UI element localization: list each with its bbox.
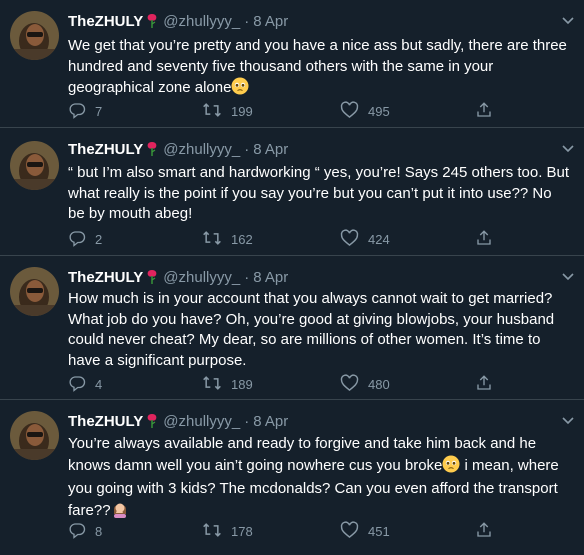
separator-dot: · xyxy=(244,12,250,30)
display-name[interactable]: TheZHULY xyxy=(68,413,143,430)
tweet-header: TheZHULY @zhullyyy_ · 8 Apr xyxy=(68,410,574,432)
like-count: 424 xyxy=(368,232,390,247)
like-button[interactable]: 480 xyxy=(340,374,390,395)
chevron-down-icon[interactable] xyxy=(560,140,576,156)
like-icon xyxy=(340,521,368,542)
reply-count: 8 xyxy=(95,524,103,539)
retweet-count: 178 xyxy=(231,524,253,539)
reply-count: 2 xyxy=(95,232,103,247)
user-handle[interactable]: @zhullyyy_ xyxy=(163,13,240,30)
separator-dot: · xyxy=(244,140,250,158)
tweet-header: TheZHULY @zhullyyy_ · 8 Apr xyxy=(68,10,574,32)
avatar[interactable] xyxy=(10,411,59,460)
tweet-body: How much is in your account that you alw… xyxy=(68,290,555,369)
like-button[interactable]: 424 xyxy=(340,229,390,250)
tweet[interactable]: TheZHULY @zhullyyy_ · 8 Apr We get that … xyxy=(0,0,584,128)
retweet-icon xyxy=(202,521,231,542)
reply-button[interactable]: 8 xyxy=(68,521,102,542)
tweet-text: You’re always available and ready to for… xyxy=(68,434,570,524)
retweet-button[interactable]: 189 xyxy=(202,374,253,395)
like-count: 451 xyxy=(368,524,390,539)
reply-count: 4 xyxy=(95,377,103,392)
share-icon xyxy=(475,521,502,542)
retweet-button[interactable]: 199 xyxy=(202,101,253,122)
reply-icon xyxy=(68,521,95,542)
tweet-body: We get that you’re pretty and you have a… xyxy=(68,37,567,96)
rose-icon xyxy=(145,13,159,29)
tweet-actions: 8 178 451 xyxy=(68,521,568,541)
retweet-count: 162 xyxy=(231,232,253,247)
reply-button[interactable]: 2 xyxy=(68,229,102,250)
tweet-text: How much is in your account that you alw… xyxy=(68,289,570,371)
reply-icon xyxy=(68,101,95,122)
tweet[interactable]: TheZHULY @zhullyyy_ · 8 Apr “ but I’m al… xyxy=(0,128,584,256)
share-icon xyxy=(475,229,502,250)
tweet-text: “ but I’m also smart and hardworking “ y… xyxy=(68,163,570,225)
tweet-actions: 2 162 424 xyxy=(68,229,568,249)
display-name[interactable]: TheZHULY xyxy=(68,141,143,158)
share-icon xyxy=(475,374,502,395)
tweet-date[interactable]: 8 Apr xyxy=(253,141,288,158)
separator-dot: · xyxy=(244,268,250,286)
chevron-down-icon[interactable] xyxy=(560,268,576,284)
tweet[interactable]: TheZHULY @zhullyyy_ · 8 Apr You’re alway… xyxy=(0,400,584,555)
like-button[interactable]: 451 xyxy=(340,521,390,542)
retweet-button[interactable]: 162 xyxy=(202,229,253,250)
tweet-date[interactable]: 8 Apr xyxy=(253,269,288,286)
like-count: 480 xyxy=(368,377,390,392)
tweet-text: We get that you’re pretty and you have a… xyxy=(68,36,570,102)
like-icon xyxy=(340,374,368,395)
retweet-button[interactable]: 178 xyxy=(202,521,253,542)
user-handle[interactable]: @zhullyyy_ xyxy=(163,269,240,286)
retweet-count: 199 xyxy=(231,104,253,119)
rose-icon xyxy=(145,269,159,285)
display-name[interactable]: TheZHULY xyxy=(68,269,143,286)
reply-button[interactable]: 4 xyxy=(68,374,102,395)
tweet[interactable]: TheZHULY @zhullyyy_ · 8 Apr How much is … xyxy=(0,256,584,400)
tweet-body: “ but I’m also smart and hardworking “ y… xyxy=(68,164,570,222)
tweet-header: TheZHULY @zhullyyy_ · 8 Apr xyxy=(68,138,574,160)
pleading-face-icon xyxy=(231,77,249,102)
retweet-icon xyxy=(202,101,231,122)
reply-icon xyxy=(68,229,95,250)
share-button[interactable] xyxy=(475,374,502,395)
tweet-date[interactable]: 8 Apr xyxy=(253,13,288,30)
tweet-feed: TheZHULY @zhullyyy_ · 8 Apr We get that … xyxy=(0,0,584,555)
tweet-actions: 7 199 495 xyxy=(68,101,568,121)
avatar[interactable] xyxy=(10,141,59,190)
avatar[interactable] xyxy=(10,267,59,316)
share-button[interactable] xyxy=(475,521,502,542)
separator-dot: · xyxy=(244,412,250,430)
display-name[interactable]: TheZHULY xyxy=(68,13,143,30)
reply-button[interactable]: 7 xyxy=(68,101,102,122)
like-icon xyxy=(340,101,368,122)
chevron-down-icon[interactable] xyxy=(560,412,576,428)
avatar[interactable] xyxy=(10,11,59,60)
retweet-icon xyxy=(202,229,231,250)
like-count: 495 xyxy=(368,104,390,119)
tweet-date[interactable]: 8 Apr xyxy=(253,413,288,430)
reply-count: 7 xyxy=(95,104,103,119)
share-icon xyxy=(475,101,502,122)
user-handle[interactable]: @zhullyyy_ xyxy=(163,413,240,430)
share-button[interactable] xyxy=(475,101,502,122)
tweet-header: TheZHULY @zhullyyy_ · 8 Apr xyxy=(68,266,574,288)
chevron-down-icon[interactable] xyxy=(560,12,576,28)
rose-icon xyxy=(145,141,159,157)
like-icon xyxy=(340,229,368,250)
rose-icon xyxy=(145,413,159,429)
retweet-icon xyxy=(202,374,231,395)
like-button[interactable]: 495 xyxy=(340,101,390,122)
tweet-actions: 4 189 480 xyxy=(68,374,568,394)
reply-icon xyxy=(68,374,95,395)
share-button[interactable] xyxy=(475,229,502,250)
retweet-count: 189 xyxy=(231,377,253,392)
pleading-face-icon xyxy=(442,455,460,480)
user-handle[interactable]: @zhullyyy_ xyxy=(163,141,240,158)
